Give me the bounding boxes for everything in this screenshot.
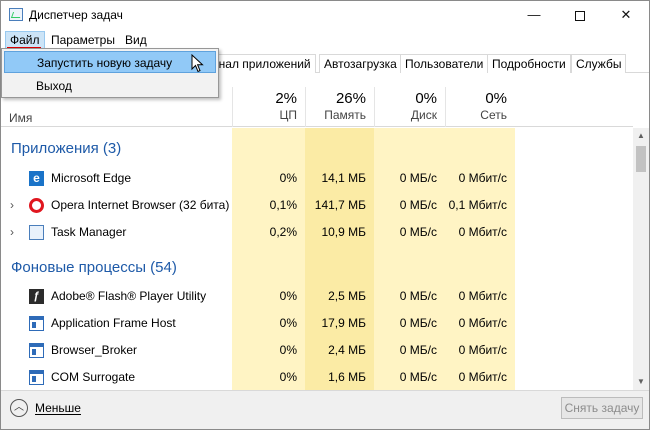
file-menu-dropdown: Запустить новую задачу Выход bbox=[1, 48, 219, 98]
table-row[interactable]: e Microsoft Edge 0% 14,1 МБ 0 МБ/с 0 Мби… bbox=[1, 165, 633, 192]
task-manager-window: Диспетчер задач — ✕ Файл Параметры Вид р… bbox=[0, 0, 650, 430]
menu-view[interactable]: Вид bbox=[121, 31, 151, 49]
menu-item-exit[interactable]: Выход bbox=[4, 75, 216, 97]
cpu-cell: 0,1% bbox=[269, 198, 297, 212]
cpu-cell: 0% bbox=[279, 171, 297, 185]
flash-icon: ƒ bbox=[29, 289, 44, 304]
memory-cell: 2,5 МБ bbox=[328, 289, 366, 303]
table-row[interactable]: Browser_Broker 0% 2,4 МБ 0 МБ/с 0 Мбит/с bbox=[1, 337, 633, 364]
fewer-details-link[interactable]: Меньше bbox=[35, 401, 81, 415]
network-cell: 0 Мбит/с bbox=[458, 289, 507, 303]
window-icon bbox=[29, 316, 44, 331]
process-name: Task Manager bbox=[51, 225, 127, 239]
disk-cell: 0 МБ/с bbox=[399, 343, 437, 357]
network-cell: 0 Мбит/с bbox=[458, 225, 507, 239]
scroll-up-arrow-icon[interactable]: ▲ bbox=[633, 128, 649, 144]
disk-cell: 0 МБ/с bbox=[399, 289, 437, 303]
disk-cell: 0 МБ/с bbox=[399, 198, 437, 212]
title-bar: Диспетчер задач — ✕ bbox=[1, 1, 649, 29]
table-row[interactable]: › Task Manager 0,2% 10,9 МБ 0 МБ/с 0 Мби… bbox=[1, 219, 633, 246]
vertical-scrollbar[interactable]: ▲ ▼ bbox=[633, 128, 649, 390]
memory-cell: 14,1 МБ bbox=[321, 171, 366, 185]
scroll-down-arrow-icon[interactable]: ▼ bbox=[633, 374, 649, 390]
disk-cell: 0 МБ/с bbox=[399, 370, 437, 384]
column-disk[interactable]: 0% Диск bbox=[374, 87, 445, 127]
tab-app-history[interactable]: рнал приложений bbox=[207, 54, 316, 73]
cpu-cell: 0% bbox=[279, 370, 297, 384]
group-apps: Приложения (3) bbox=[11, 140, 122, 157]
maximize-icon bbox=[575, 10, 585, 21]
table-row[interactable]: ƒ Adobe® Flash® Player Utility 0% 2,5 МБ… bbox=[1, 283, 633, 310]
tab-startup[interactable]: Автозагрузка bbox=[319, 54, 402, 73]
process-name: Opera Internet Browser (32 бита) bbox=[51, 198, 230, 212]
memory-cell: 2,4 МБ bbox=[328, 343, 366, 357]
edge-icon: e bbox=[29, 171, 44, 186]
process-list: Приложения (3) e Microsoft Edge 0% 14,1 … bbox=[1, 128, 633, 390]
taskmgr-icon bbox=[9, 8, 23, 21]
cpu-cell: 0,2% bbox=[269, 225, 297, 239]
menu-bar: Файл Параметры Вид bbox=[1, 29, 649, 49]
table-row[interactable]: COM Surrogate 0% 1,6 МБ 0 МБ/с 0 Мбит/с bbox=[1, 364, 633, 390]
process-name: COM Surrogate bbox=[51, 370, 136, 384]
tab-services[interactable]: Службы bbox=[571, 54, 627, 73]
window-icon bbox=[29, 343, 44, 358]
tab-details[interactable]: Подробности bbox=[487, 54, 571, 73]
column-network[interactable]: 0% Сеть bbox=[445, 87, 515, 127]
network-cell: 0 Мбит/с bbox=[458, 370, 507, 384]
column-memory[interactable]: 26% Память bbox=[305, 87, 374, 127]
cpu-cell: 0% bbox=[279, 289, 297, 303]
process-name: Application Frame Host bbox=[51, 316, 176, 330]
process-name: Adobe® Flash® Player Utility bbox=[51, 289, 207, 303]
memory-total: 26% bbox=[335, 90, 366, 107]
table-row[interactable]: › Opera Internet Browser (32 бита) 0,1% … bbox=[1, 192, 633, 219]
process-name: Browser_Broker bbox=[51, 343, 138, 357]
opera-icon bbox=[29, 198, 44, 213]
memory-cell: 17,9 МБ bbox=[321, 316, 366, 330]
mouse-cursor-icon bbox=[191, 54, 204, 73]
scroll-thumb[interactable] bbox=[636, 146, 646, 172]
close-button[interactable]: ✕ bbox=[603, 1, 649, 29]
disk-cell: 0 МБ/с bbox=[399, 225, 437, 239]
network-cell: 0 Мбит/с bbox=[458, 316, 507, 330]
network-total: 0% bbox=[485, 90, 507, 107]
cpu-label: ЦП bbox=[279, 108, 297, 122]
table-row[interactable]: Application Frame Host 0% 17,9 МБ 0 МБ/с… bbox=[1, 310, 633, 337]
memory-cell: 10,9 МБ bbox=[321, 225, 366, 239]
network-label: Сеть bbox=[480, 108, 507, 122]
window-icon bbox=[29, 370, 44, 385]
expand-chevron-icon[interactable]: › bbox=[10, 192, 14, 219]
memory-cell: 1,6 МБ bbox=[328, 370, 366, 384]
expand-chevron-icon[interactable]: › bbox=[10, 219, 14, 246]
disk-label: Диск bbox=[410, 108, 437, 122]
cpu-cell: 0% bbox=[279, 343, 297, 357]
group-background: Фоновые процессы (54) bbox=[11, 259, 177, 276]
menu-params[interactable]: Параметры bbox=[47, 31, 119, 49]
cpu-total: 2% bbox=[275, 90, 297, 107]
cpu-cell: 0% bbox=[279, 316, 297, 330]
menu-item-run-new-task[interactable]: Запустить новую задачу bbox=[4, 51, 216, 73]
disk-cell: 0 МБ/с bbox=[399, 171, 437, 185]
tab-users[interactable]: Пользователи bbox=[400, 54, 489, 73]
taskmgr-icon bbox=[29, 225, 44, 240]
footer-bar: ︿ Меньше Снять задачу bbox=[1, 390, 649, 429]
minimize-button[interactable]: — bbox=[511, 1, 557, 29]
memory-cell: 141,7 МБ bbox=[314, 198, 366, 212]
network-cell: 0 Мбит/с bbox=[458, 343, 507, 357]
network-cell: 0,1 Мбит/с bbox=[448, 198, 507, 212]
maximize-button[interactable] bbox=[557, 1, 603, 29]
process-name: Microsoft Edge bbox=[51, 171, 132, 185]
memory-label: Память bbox=[324, 108, 366, 122]
end-task-button[interactable]: Снять задачу bbox=[561, 397, 643, 419]
column-cpu[interactable]: 2% ЦП bbox=[232, 87, 305, 127]
disk-cell: 0 МБ/с bbox=[399, 316, 437, 330]
network-cell: 0 Мбит/с bbox=[458, 171, 507, 185]
column-name[interactable]: Имя bbox=[9, 111, 32, 125]
disk-total: 0% bbox=[415, 90, 437, 107]
window-title: Диспетчер задач bbox=[29, 8, 123, 22]
chevron-up-icon[interactable]: ︿ bbox=[10, 399, 28, 417]
